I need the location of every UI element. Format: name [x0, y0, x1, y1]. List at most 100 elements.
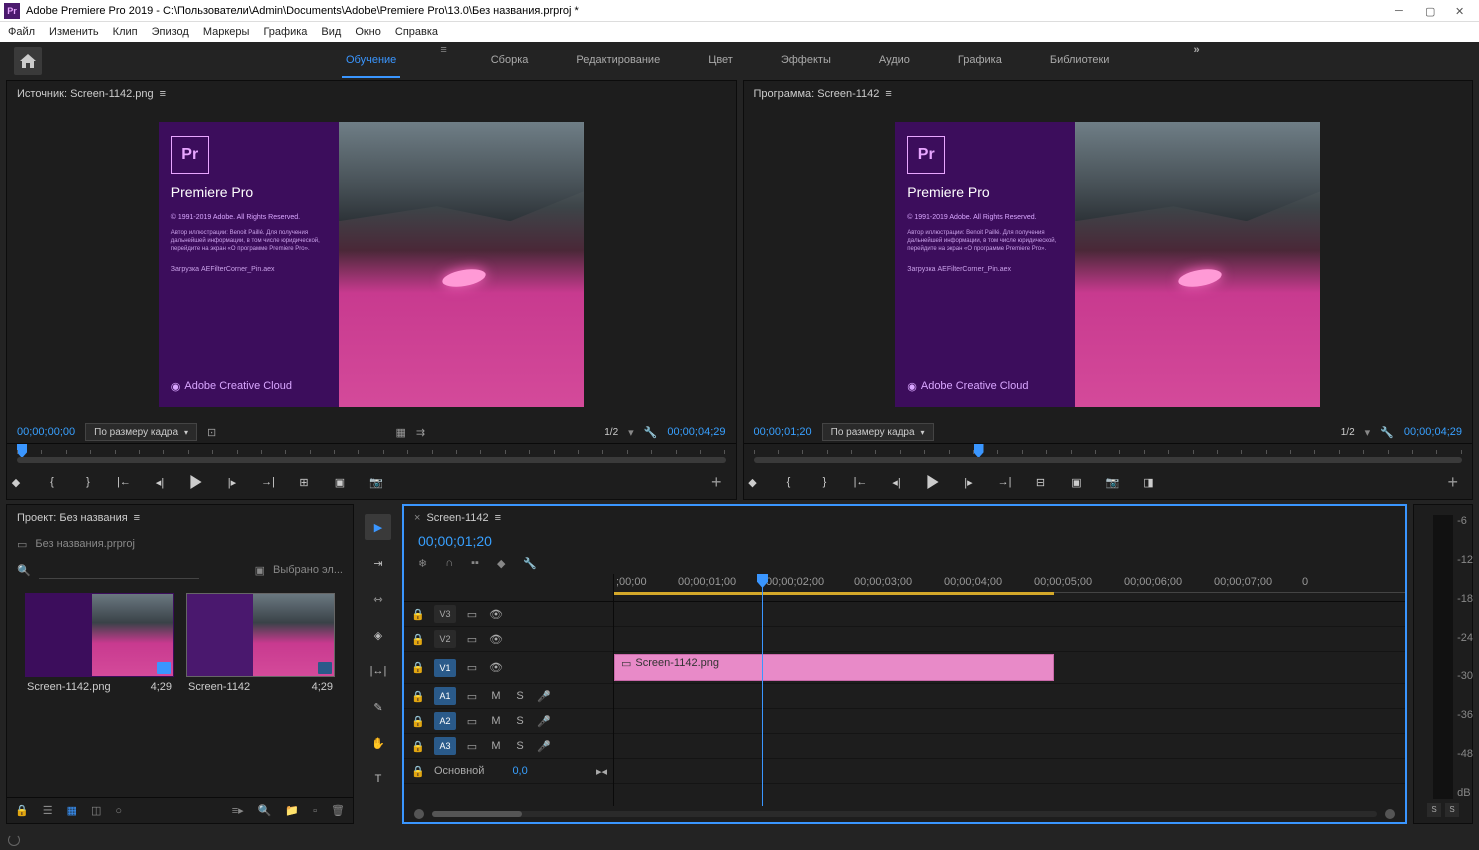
- lift-icon[interactable]: ⊟: [1032, 473, 1050, 491]
- out-point-icon[interactable]: }: [79, 473, 97, 491]
- export-frame-icon[interactable]: 📷: [367, 473, 385, 491]
- project-tab[interactable]: Проект: Без названия: [17, 512, 128, 524]
- wrench-icon[interactable]: 🔧: [523, 557, 537, 570]
- marker-icon[interactable]: ◆: [7, 473, 25, 491]
- timeline-zoom-scroll[interactable]: [404, 806, 1405, 822]
- source-settings-icon[interactable]: ▦: [395, 426, 405, 439]
- track-master[interactable]: 🔒Основной0,0▸◂: [404, 759, 613, 784]
- menu-edit[interactable]: Изменить: [49, 26, 99, 38]
- selection-tool[interactable]: ▶: [365, 514, 391, 540]
- close-tab-icon[interactable]: ×: [414, 512, 420, 524]
- lock-icon[interactable]: 🔒: [410, 690, 426, 703]
- solo-l[interactable]: S: [1427, 803, 1441, 817]
- slip-tool[interactable]: |↔|: [365, 658, 391, 684]
- add-button[interactable]: +: [1447, 472, 1458, 493]
- lock-icon[interactable]: 🔒: [410, 740, 426, 753]
- new-item-icon[interactable]: ▫: [313, 805, 317, 817]
- go-out-icon[interactable]: →|: [996, 473, 1014, 491]
- bin-item[interactable]: Screen-11424;29: [186, 593, 335, 787]
- timeline-timecode[interactable]: 00;00;01;20: [418, 533, 492, 549]
- search-input[interactable]: [39, 562, 199, 579]
- close-button[interactable]: ✕: [1455, 5, 1467, 17]
- workspace-audio[interactable]: Аудио: [875, 44, 914, 78]
- program-resolution[interactable]: 1/2: [1341, 427, 1355, 438]
- source-drag-icon[interactable]: ⇉: [416, 426, 425, 439]
- find-icon[interactable]: 🔍: [258, 804, 272, 817]
- menu-clip[interactable]: Клип: [113, 26, 138, 38]
- timeline-ruler[interactable]: ;00;00 00;00;01;00 00;00;02;00 00;00;03;…: [614, 574, 1405, 602]
- extract-icon[interactable]: ▣: [1068, 473, 1086, 491]
- workspace-learning[interactable]: Обучение: [342, 44, 400, 78]
- add-button[interactable]: +: [711, 472, 722, 493]
- program-wrench-icon[interactable]: 🔧: [1380, 426, 1394, 439]
- bin-icon[interactable]: ▣: [255, 564, 265, 577]
- export-frame-icon[interactable]: 📷: [1104, 473, 1122, 491]
- in-point-icon[interactable]: {: [780, 473, 798, 491]
- freeform-icon[interactable]: ◫: [91, 804, 101, 817]
- track-v1[interactable]: 🔒V1▭👁: [404, 652, 613, 684]
- workspace-color[interactable]: Цвет: [704, 44, 737, 78]
- timeline-clip[interactable]: ▭Screen-1142.png: [614, 654, 1054, 681]
- track-a3[interactable]: 🔒A3▭MS🎤: [404, 734, 613, 759]
- list-view-icon[interactable]: ☰: [43, 804, 53, 817]
- panel-menu-icon[interactable]: ≡: [134, 512, 140, 524]
- icon-view-icon[interactable]: ▦: [67, 804, 77, 817]
- lock-icon[interactable]: 🔒: [410, 715, 426, 728]
- menu-window[interactable]: Окно: [355, 26, 381, 38]
- overwrite-icon[interactable]: ▣: [331, 473, 349, 491]
- program-viewport[interactable]: Pr Premiere Pro © 1991-2019 Adobe. All R…: [744, 107, 1473, 421]
- lock-icon[interactable]: 🔒: [410, 608, 426, 621]
- program-nav-ruler[interactable]: [744, 443, 1473, 465]
- menu-sequence[interactable]: Эпизод: [152, 26, 189, 38]
- settings-icon[interactable]: ◆: [497, 557, 505, 570]
- source-viewport[interactable]: Pr Premiere Pro © 1991-2019 Adobe. All R…: [7, 107, 736, 421]
- track-a1[interactable]: 🔒A1▭MS🎤: [404, 684, 613, 709]
- lock-icon[interactable]: 🔒: [410, 633, 426, 646]
- markers-icon[interactable]: ▪▪: [471, 557, 479, 569]
- go-in-icon[interactable]: |←: [115, 473, 133, 491]
- compare-icon[interactable]: ◨: [1140, 473, 1158, 491]
- menu-graphics[interactable]: Графика: [263, 26, 307, 38]
- source-wrench-icon[interactable]: 🔧: [644, 426, 658, 439]
- type-tool[interactable]: T: [365, 766, 391, 792]
- snap-icon[interactable]: ❄: [418, 557, 427, 570]
- play-button[interactable]: [187, 473, 205, 491]
- menu-file[interactable]: Файл: [8, 26, 35, 38]
- minimize-button[interactable]: ─: [1395, 5, 1407, 17]
- go-out-icon[interactable]: →|: [259, 473, 277, 491]
- solo-r[interactable]: S: [1445, 803, 1459, 817]
- go-in-icon[interactable]: |←: [852, 473, 870, 491]
- track-a2[interactable]: 🔒A2▭MS🎤: [404, 709, 613, 734]
- track-v2[interactable]: 🔒V2▭👁: [404, 627, 613, 652]
- hand-tool[interactable]: ✋: [365, 730, 391, 756]
- panel-menu-icon[interactable]: ≡: [495, 512, 501, 524]
- source-zoom-select[interactable]: По размеру кадра: [85, 423, 197, 441]
- program-timecode[interactable]: 00;00;01;20: [754, 426, 812, 438]
- panel-menu-icon[interactable]: ≡: [160, 88, 166, 100]
- step-back-icon[interactable]: ◂|: [151, 473, 169, 491]
- new-bin-icon[interactable]: 📁: [285, 804, 299, 817]
- out-point-icon[interactable]: }: [816, 473, 834, 491]
- linked-icon[interactable]: ∩: [445, 557, 453, 569]
- workspace-overflow[interactable]: »: [1193, 44, 1199, 78]
- lock-icon[interactable]: 🔒: [15, 804, 29, 817]
- program-zoom-select[interactable]: По размеру кадра: [822, 423, 934, 441]
- panel-menu-icon[interactable]: ≡: [885, 88, 891, 100]
- play-button[interactable]: [924, 473, 942, 491]
- step-fwd-icon[interactable]: |▸: [223, 473, 241, 491]
- sort-icon[interactable]: ○: [115, 805, 122, 817]
- track-v3[interactable]: 🔒V3▭👁: [404, 602, 613, 627]
- lock-icon[interactable]: 🔒: [410, 661, 426, 674]
- workspace-editing[interactable]: Редактирование: [572, 44, 664, 78]
- insert-icon[interactable]: ⊞: [295, 473, 313, 491]
- source-resolution[interactable]: 1/2: [604, 427, 618, 438]
- workspace-effects[interactable]: Эффекты: [777, 44, 835, 78]
- workspace-menu-icon[interactable]: ≡: [440, 44, 446, 78]
- lock-icon[interactable]: 🔒: [410, 765, 426, 778]
- razor-tool[interactable]: ◈: [365, 622, 391, 648]
- home-button[interactable]: [14, 47, 42, 75]
- source-safe-margins-icon[interactable]: ⊡: [207, 426, 216, 439]
- step-back-icon[interactable]: ◂|: [888, 473, 906, 491]
- source-nav-ruler[interactable]: [7, 443, 736, 465]
- pen-tool[interactable]: ✎: [365, 694, 391, 720]
